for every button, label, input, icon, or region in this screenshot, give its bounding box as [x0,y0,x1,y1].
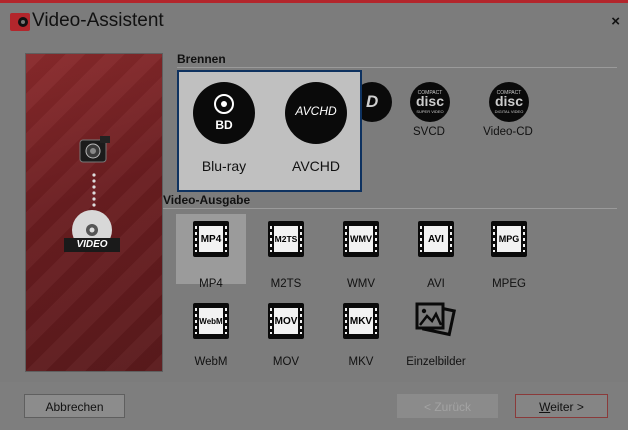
section-title-video-output: Video-Ausgabe [163,193,251,207]
film-strip-icon: WMV [343,221,379,257]
section-divider [177,67,617,68]
cancel-button[interactable]: Abbrechen [24,394,125,418]
format-label: AVI [427,278,445,290]
format-label: WMV [346,278,376,290]
back-button[interactable]: < Zurück [397,394,498,418]
dialog-edge [620,39,628,382]
format-label: MKV [348,356,374,368]
film-strip-icon: M2TS [268,221,304,257]
film-strip-icon: MP4 [193,221,229,257]
tile-svcd[interactable]: COMPACT disc SUPER VIDEO SVCD [394,74,464,144]
section-divider [163,208,617,209]
tile-label: Video-CD [483,126,533,138]
format-tile-m2ts[interactable]: M2TS M2TS [251,214,321,290]
format-tile-mkv[interactable]: MKV MKV [326,296,396,368]
film-strip-icon: MOV [268,303,304,339]
window-title: Video-Assistent [32,10,164,31]
format-tile-mp4[interactable]: MP4 MP4 [176,214,246,290]
format-tile-mpeg[interactable]: MPG MPEG [474,214,544,290]
film-strip-icon: WebM [193,303,229,339]
format-label: M2TS [270,278,302,290]
format-tile-avi[interactable]: AVI AVI [401,214,471,290]
app-logo-icon [10,13,30,31]
next-button[interactable]: Weiter > [515,394,608,418]
format-label: MOV [272,356,300,368]
tile-label: SVCD [413,126,445,138]
title-bar: Video-Assistent × [0,3,628,39]
video-cd-disc-icon: COMPACT disc DIGITAL VIDEO [489,82,529,122]
side-illustration: VIDEO [25,53,163,372]
film-strip-icon: MPG [491,221,527,257]
avchd-option-icon[interactable]: AVCHD [285,82,347,144]
avchd-option-label[interactable]: AVCHD [276,158,356,174]
disc-submenu-popup: BD Blu-ray AVCHD AVCHD [177,70,362,192]
camera-icon [79,136,110,163]
format-tile-webm[interactable]: WebM WebM [176,296,246,368]
format-label: MPEG [492,278,526,290]
format-tile-wmv[interactable]: WMV WMV [326,214,396,290]
connector-dots [92,173,96,207]
format-label: Einzelbilder [406,356,466,368]
video-badge: VIDEO [64,238,120,252]
images-icon [415,302,456,337]
bluray-option-label[interactable]: Blu-ray [184,158,264,174]
bluray-option-icon[interactable]: BD [193,82,255,144]
format-label: WebM [194,356,228,368]
tile-video-cd[interactable]: COMPACT disc DIGITAL VIDEO Video-CD [473,74,543,144]
format-tile-einzelbilder[interactable]: Einzelbilder [396,296,476,368]
svcd-disc-icon: COMPACT disc SUPER VIDEO [410,82,450,122]
section-title-burn: Brennen [177,52,226,66]
close-icon[interactable]: × [611,13,620,30]
format-label: MP4 [199,278,223,290]
film-strip-icon: MKV [343,303,379,339]
film-strip-icon: AVI [418,221,454,257]
format-tile-mov[interactable]: MOV MOV [251,296,321,368]
